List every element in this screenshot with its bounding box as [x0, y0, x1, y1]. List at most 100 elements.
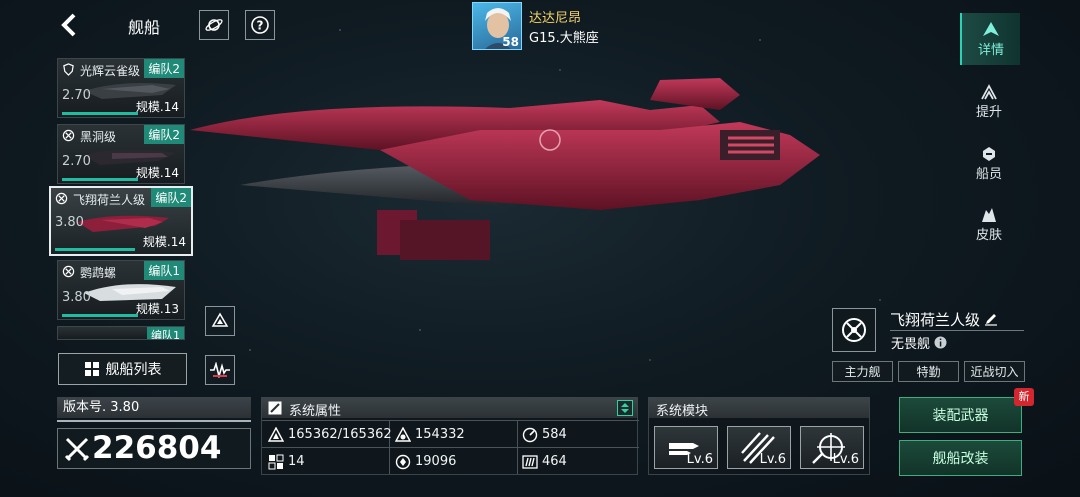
target-icon	[55, 192, 68, 205]
power-box: 226804	[57, 428, 251, 469]
ship-type-text: 无畏舰	[891, 337, 931, 352]
server-name: G15.大熊座	[529, 31, 599, 46]
tag-capital-ship: 主力舰	[832, 361, 893, 382]
ship-version: 2.70	[62, 154, 91, 169]
tab-crew[interactable]: 船员	[960, 137, 1018, 189]
tab-label: 详情	[977, 42, 1004, 58]
module-level: Lv.6	[759, 452, 786, 467]
system-icon	[268, 401, 282, 415]
fleet-tag: 编队2	[151, 188, 191, 207]
progress-bar	[55, 248, 135, 251]
tab-upgrade[interactable]: 提升	[960, 75, 1018, 127]
hull-icon	[268, 426, 284, 442]
attributes-panel: 系统属性 165362/165362 154332 584 14 19096 4…	[261, 397, 639, 475]
ship-list-button[interactable]: 舰船列表	[58, 353, 187, 385]
tab-details[interactable]: 详情	[960, 13, 1020, 65]
planet-button[interactable]	[199, 10, 229, 40]
edit-pencil-icon[interactable]	[984, 312, 998, 326]
ship-card[interactable]: 鹦鹉螺 编队1 3.80 规模.13	[57, 260, 185, 320]
commander-level: 58	[502, 35, 519, 49]
ship-list-label: 舰船列表	[105, 362, 162, 378]
ship-scale: 规模.14	[142, 235, 186, 249]
crossed-swords-icon	[64, 437, 90, 462]
expand-toggle-icon[interactable]	[617, 400, 633, 416]
attr-armor: 154332	[395, 422, 465, 447]
progress-bar	[62, 314, 138, 317]
ship-card-partial[interactable]: 编队1	[57, 326, 185, 340]
ship-scale: 规模.14	[135, 166, 179, 180]
waveform-icon	[210, 362, 230, 378]
gauge-icon	[522, 427, 538, 442]
help-button[interactable]: ?	[245, 10, 275, 40]
shield-icon	[63, 63, 74, 76]
commander-avatar[interactable]: 58	[472, 2, 522, 50]
ship-card[interactable]: 光辉云雀级 编队2 2.70 规模.14	[57, 58, 185, 118]
target-icon	[62, 129, 75, 142]
page-title: 舰船	[128, 18, 161, 37]
attr-shield: 19096	[395, 449, 456, 474]
ship-card-selected[interactable]: 飞翔荷兰人级 编队2 3.80 规模.14	[49, 186, 193, 256]
ship-version: 3.80	[55, 215, 84, 230]
module-engine-button[interactable]: Lv.6	[727, 426, 791, 469]
question-icon: ?	[251, 16, 269, 34]
armor-icon	[395, 426, 411, 442]
attr-speed: 584	[522, 422, 567, 447]
planet-icon	[205, 19, 223, 31]
ship-scale: 规模.14	[135, 100, 179, 114]
version-label: 版本号. 3.80	[57, 397, 251, 418]
modules-title: 系统模块	[656, 404, 709, 419]
wave-button[interactable]	[205, 355, 235, 385]
attr-slots: 14	[268, 449, 305, 474]
attr-cargo: 464	[522, 449, 567, 474]
ship-version: 3.80	[62, 290, 91, 305]
attributes-title: 系统属性	[289, 404, 342, 419]
back-button[interactable]	[58, 12, 82, 38]
version-panel: 版本号. 3.80 226804	[57, 397, 251, 473]
commander-name: 达达尼昂	[529, 11, 582, 26]
ship-card[interactable]: 黑洞级 编队2 2.70 规模.14	[57, 124, 185, 184]
ship-arrow-icon	[983, 21, 999, 36]
svg-text:?: ?	[257, 19, 264, 33]
module-level: Lv.6	[832, 452, 859, 467]
grid-icon	[84, 362, 99, 376]
crew-icon	[983, 146, 995, 161]
ship-name-text: 飞翔荷兰人级	[890, 310, 981, 329]
formation-button[interactable]	[205, 306, 235, 336]
progress-bar	[62, 112, 138, 115]
skin-icon	[982, 207, 996, 222]
new-badge: 新	[1014, 388, 1034, 406]
tag-melee: 近战切入	[964, 361, 1025, 382]
power-value: 226804	[92, 430, 222, 466]
tab-skins[interactable]: 皮肤	[960, 198, 1018, 250]
ship-version: 2.70	[62, 88, 91, 103]
equip-weapons-button[interactable]: 装配武器	[899, 397, 1022, 433]
ship-scale: 规模.13	[135, 302, 179, 316]
bars-icon	[522, 454, 538, 469]
progress-bar	[62, 178, 138, 181]
attr-hp: 165362/165362	[268, 422, 392, 447]
module-level: Lv.6	[686, 452, 713, 467]
tag-special: 特勤	[898, 361, 959, 382]
info-icon[interactable]	[934, 336, 947, 349]
module-weapon-button[interactable]: Lv.6	[654, 426, 718, 469]
fleet-icon	[211, 312, 229, 327]
tab-label: 提升	[975, 104, 1002, 120]
module-radar-button[interactable]: Lv.6	[800, 426, 864, 469]
checker-icon	[268, 454, 284, 469]
shield-diamond-icon	[395, 454, 411, 469]
ship-type[interactable]: 无畏舰	[891, 333, 947, 352]
chevron-left-icon	[61, 13, 76, 37]
ship-class-emblem	[832, 308, 876, 352]
ship-name: 飞翔荷兰人级	[73, 193, 146, 207]
tab-label: 皮肤	[975, 227, 1002, 243]
attributes-header: 系统属性	[262, 398, 637, 419]
target-icon	[62, 265, 75, 278]
ship-model	[190, 78, 820, 260]
ship-refit-button[interactable]: 舰船改装	[899, 440, 1022, 476]
ship-name-title[interactable]: 飞翔荷兰人级	[890, 308, 1024, 331]
dreadnought-icon	[842, 318, 866, 342]
fleet-tag: 编队1	[147, 327, 184, 339]
tab-label: 船员	[975, 166, 1002, 182]
upgrade-icon	[981, 83, 997, 99]
modules-header: 系统模块	[649, 398, 869, 419]
